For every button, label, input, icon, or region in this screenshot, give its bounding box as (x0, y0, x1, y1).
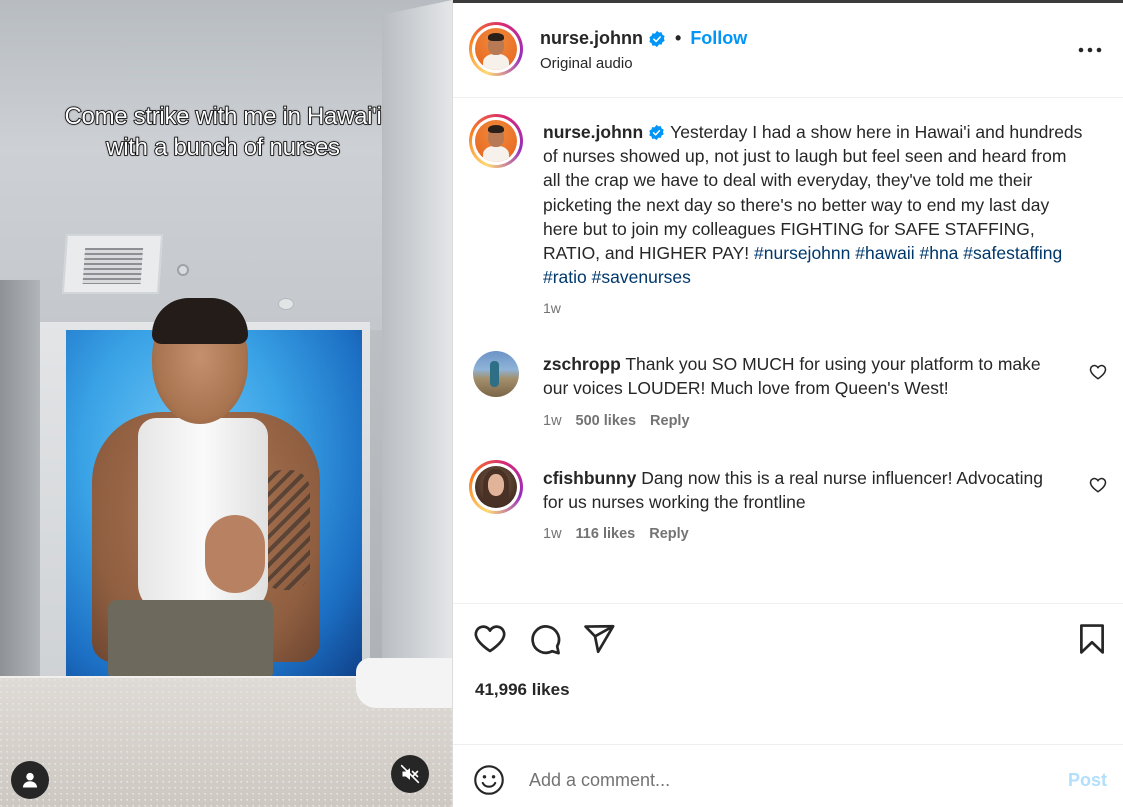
video-person-pants (108, 600, 273, 680)
hashtag-link[interactable]: #hawaii (855, 243, 914, 263)
comment-time[interactable]: 1w (543, 526, 562, 542)
video-person-hands (205, 515, 265, 593)
muted-speaker-icon (400, 764, 420, 784)
caption-timestamp[interactable]: 1w (543, 300, 561, 316)
comment-time[interactable]: 1w (543, 413, 562, 429)
post-header-user: nurse.johnn • Follow (540, 28, 747, 49)
comment-reply-button[interactable]: Reply (650, 413, 690, 429)
commenter-avatar[interactable] (469, 460, 523, 514)
add-comment-bar: Post (453, 744, 1123, 807)
audio-label[interactable]: Original audio (540, 55, 633, 72)
comment-likes[interactable]: 116 likes (576, 526, 636, 542)
hashtag-link[interactable]: #nursejohnn (754, 243, 850, 263)
video-person-hair (152, 298, 248, 344)
commenter-avatar[interactable] (473, 351, 519, 397)
video-person-tattoo (262, 470, 310, 590)
post-actions (453, 622, 1123, 658)
video-caption-overlay: Come strike with me in Hawai'i with a bu… (64, 102, 383, 162)
caption-body: Yesterday I had a show here in Hawai'i a… (543, 122, 1083, 264)
comment-meta: 1w 116 likes Reply (543, 526, 689, 542)
commenter-username[interactable]: cfishbunny (543, 468, 636, 488)
save-bookmark-icon[interactable] (1075, 622, 1109, 656)
share-paper-plane-icon[interactable] (582, 622, 616, 656)
panel-top-edge (453, 0, 1123, 3)
actions-divider (453, 603, 1123, 604)
comment-meta: 1w 500 likes Reply (543, 413, 690, 429)
video-scene-light (278, 298, 294, 310)
caption-author-avatar[interactable] (469, 114, 523, 168)
comment-likes[interactable]: 500 likes (576, 413, 636, 429)
post-details-panel: nurse.johnn • Follow Original audio nurs… (452, 0, 1123, 807)
more-options-icon[interactable] (1075, 38, 1105, 62)
post-comment-button[interactable]: Post (1068, 770, 1107, 791)
comment-like-heart-icon[interactable] (1089, 363, 1107, 381)
header-separator: • (675, 28, 682, 48)
hashtag-link[interactable]: #ratio (543, 267, 587, 287)
author-username[interactable]: nurse.johnn (540, 28, 643, 49)
commenter-username[interactable]: zschropp (543, 354, 621, 374)
header-divider (453, 97, 1123, 98)
verified-badge-icon (649, 124, 664, 141)
video-scene-towel (356, 658, 452, 708)
video-scene-vent (61, 234, 164, 294)
caption-username[interactable]: nurse.johnn (543, 122, 643, 142)
video-player[interactable]: Come strike with me in Hawai'i with a bu… (0, 0, 452, 807)
post-caption: nurse.johnn Yesterday I had a show here … (543, 120, 1088, 289)
mute-toggle-button[interactable] (391, 755, 429, 793)
comment-reply-button[interactable]: Reply (649, 526, 689, 542)
hashtag-link[interactable]: #hna (919, 243, 958, 263)
author-avatar[interactable] (469, 22, 523, 76)
tagged-users-button[interactable] (11, 761, 49, 799)
comment-bubble-icon[interactable] (528, 622, 562, 656)
video-scene-wall (382, 0, 452, 715)
hashtag-link[interactable]: #safestaffing (963, 243, 1062, 263)
comment-text: cfishbunny Dang now this is a real nurse… (543, 466, 1063, 514)
emoji-smiley-icon[interactable] (473, 764, 505, 796)
follow-button[interactable]: Follow (690, 28, 747, 49)
verified-badge-icon (649, 30, 665, 47)
hashtag-link[interactable]: #savenurses (592, 267, 691, 287)
likes-count[interactable]: 41,996 likes (475, 680, 570, 700)
comment-like-heart-icon[interactable] (1089, 476, 1107, 494)
video-scene-sprinkler (177, 264, 189, 276)
like-heart-icon[interactable] (473, 622, 507, 656)
comment-input[interactable] (529, 766, 1049, 794)
video-scene-wall (0, 280, 40, 700)
user-tag-icon (22, 772, 38, 788)
comment-text: zschropp Thank you SO MUCH for using you… (543, 352, 1063, 400)
